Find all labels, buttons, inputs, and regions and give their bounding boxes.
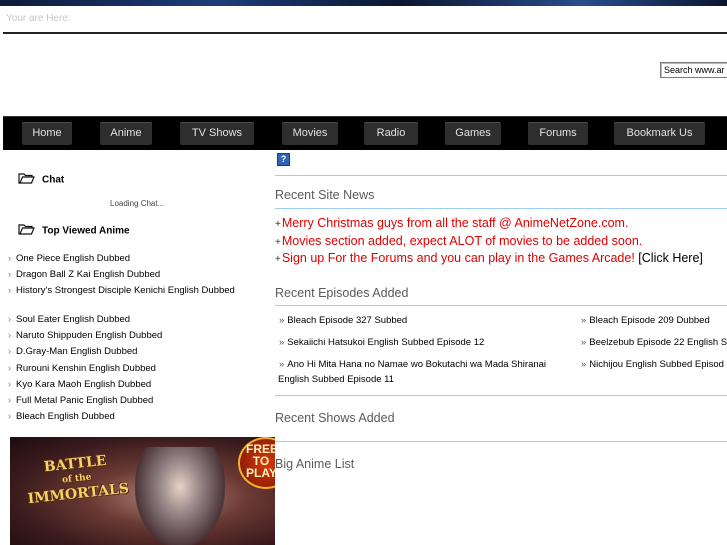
raquo-icon: »: [581, 337, 587, 348]
top-viewed-heading-label: Top Viewed Anime: [42, 225, 130, 237]
section-divider: [275, 175, 727, 176]
breadcrumb: Your are Here:: [6, 13, 71, 24]
section-divider: [275, 208, 727, 209]
chat-heading: Chat: [18, 173, 64, 187]
bullet-icon: ›: [8, 285, 11, 296]
nav-games[interactable]: Games: [445, 122, 501, 145]
game-ad-banner[interactable]: BATTLE of the IMMORTALS FREE TO PLAY: [10, 437, 275, 545]
help-icon[interactable]: ?: [277, 153, 290, 166]
search-input[interactable]: Search www.ar: [660, 62, 727, 78]
plus-icon: +: [275, 219, 281, 230]
nav-home[interactable]: Home: [22, 122, 72, 145]
bullet-icon: ›: [8, 330, 11, 341]
shows-title: Recent Shows Added: [275, 411, 395, 425]
big-anime-list-title: Big Anime List: [275, 457, 355, 471]
raquo-icon: »: [581, 359, 587, 370]
list-item[interactable]: › D.Gray-Man English Dubbed: [8, 346, 162, 362]
folder-icon: [18, 173, 35, 187]
list-item[interactable]: › Soul Eater English Dubbed: [8, 314, 162, 330]
episode-link[interactable]: » Bleach Episode 327 Subbed: [279, 315, 407, 326]
bullet-icon: ›: [8, 346, 11, 357]
bullet-icon: ›: [8, 253, 11, 263]
bullet-icon: ›: [8, 411, 11, 422]
list-item[interactable]: › Bleach English Dubbed: [8, 411, 162, 427]
section-divider: [275, 441, 727, 442]
nav-tv-shows[interactable]: TV Shows: [180, 122, 254, 145]
list-item[interactable]: › Rurouni Kenshin English Dubbed: [8, 363, 162, 379]
episode-link[interactable]: » Sekaiichi Hatsukoi English Subbed Episo…: [279, 337, 484, 348]
nav-movies[interactable]: Movies: [282, 122, 338, 145]
nav-forums[interactable]: Forums: [528, 122, 588, 145]
list-item[interactable]: › Kyo Kara Maoh English Dubbed: [8, 379, 162, 395]
nav-anime[interactable]: Anime: [100, 122, 152, 145]
chat-loading-text: Loading Chat...: [110, 199, 165, 208]
list-item[interactable]: › Naruto Shippuden English Dubbed: [8, 330, 162, 346]
free-to-play-badge: FREE TO PLAY: [238, 437, 275, 489]
plus-icon: +: [275, 254, 281, 265]
section-divider: [275, 395, 727, 396]
bullet-icon: ›: [8, 269, 11, 280]
list-item[interactable]: › Full Metal Panic English Dubbed: [8, 395, 162, 411]
chat-heading-label: Chat: [42, 174, 65, 186]
news-item[interactable]: +Sign up For the Forums and you can play…: [275, 251, 703, 265]
list-item[interactable]: › History's Strongest Disciple Kenichi En…: [8, 285, 235, 301]
top-anime-list-2: › Soul Eater English Dubbed › Naruto Shipp…: [8, 314, 162, 427]
episode-link[interactable]: » Bleach Episode 209 Dubbed: [581, 315, 710, 326]
raquo-icon: »: [581, 315, 587, 326]
top-anime-list: › One Piece English Dubbed › Dragon Ball Z…: [8, 253, 235, 302]
main-nav: Home Anime TV Shows Movies Radio Games F…: [3, 116, 727, 150]
raquo-icon: »: [279, 337, 285, 348]
news-item[interactable]: +Movies section added, expect ALOT of mo…: [275, 234, 642, 248]
list-item[interactable]: › Dragon Ball Z Kai English Dubbed: [8, 269, 235, 285]
click-here-link[interactable]: [Click Here]: [638, 251, 703, 265]
episode-link[interactable]: » Beelzebub Episode 22 English S: [581, 337, 727, 348]
nav-bookmark-us[interactable]: Bookmark Us: [614, 122, 705, 145]
episode-link-cont[interactable]: English Subbed Episode 11: [278, 374, 394, 385]
nav-radio[interactable]: Radio: [364, 122, 418, 145]
ad-logo: BATTLE of the IMMORTALS: [26, 452, 130, 508]
ad-warrior-art: [135, 447, 225, 545]
plus-icon: +: [275, 237, 281, 248]
section-divider: [275, 305, 727, 306]
episode-link[interactable]: » Ano Hi Mita Hana no Namae wo Bokutachi …: [279, 359, 546, 370]
bullet-icon: ›: [8, 378, 11, 389]
site-news-title: Recent Site News: [275, 188, 375, 202]
bullet-icon: ›: [8, 394, 11, 405]
top-viewed-heading: Top Viewed Anime: [18, 224, 130, 238]
list-item[interactable]: › One Piece English Dubbed: [8, 253, 235, 269]
bullet-icon: ›: [8, 362, 11, 373]
header-divider: [3, 32, 727, 34]
bullet-icon: ›: [8, 314, 11, 324]
top-banner-strip: [0, 0, 727, 6]
episodes-title: Recent Episodes Added: [275, 286, 409, 300]
raquo-icon: »: [279, 315, 285, 326]
raquo-icon: »: [279, 359, 285, 370]
episode-link[interactable]: » Nichijou English Subbed Episod: [581, 359, 724, 370]
news-item[interactable]: +Merry Christmas guys from all the staff…: [275, 216, 628, 230]
folder-icon: [18, 224, 35, 238]
